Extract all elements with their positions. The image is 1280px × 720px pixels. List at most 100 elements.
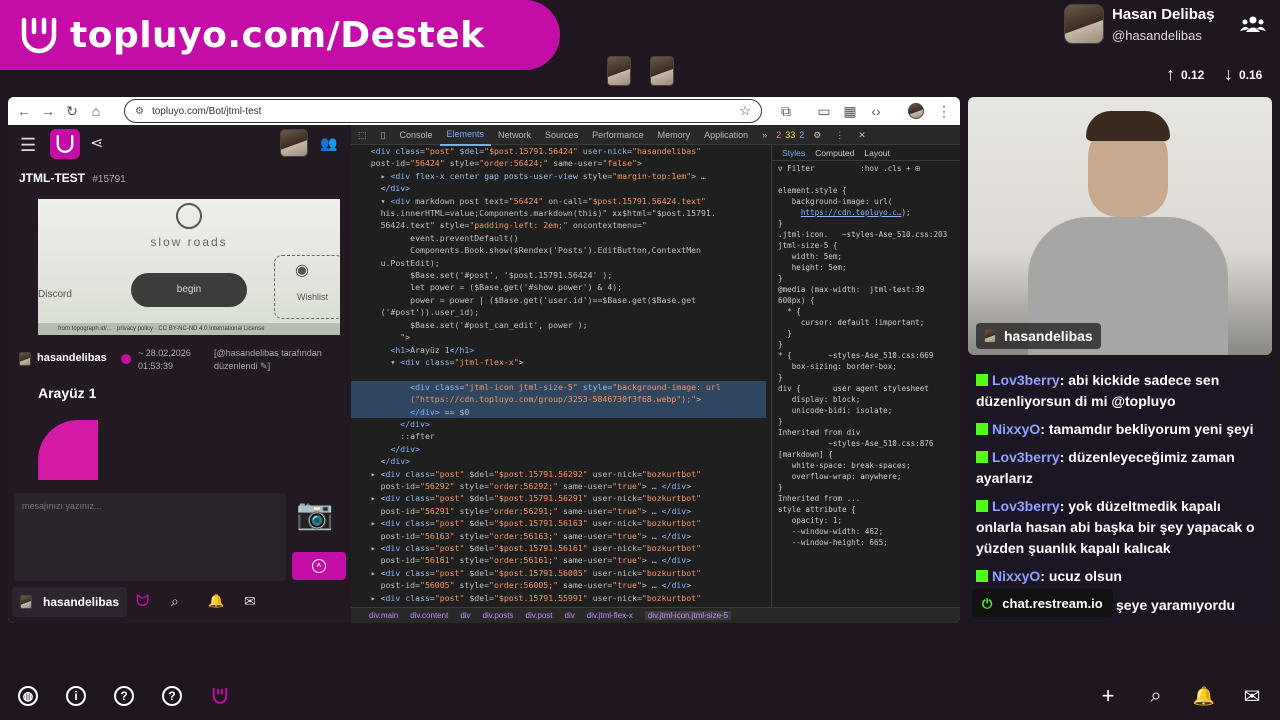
webcam-hair	[1086, 111, 1170, 141]
crumb[interactable]: div.jtml-flex-x	[587, 611, 633, 620]
chat-message: Lov3berry: abi kickide sadece sen düzenl…	[976, 372, 1220, 409]
share-icon[interactable]: ⋖	[90, 133, 103, 153]
search-icon[interactable]: ⌕	[1144, 684, 1168, 708]
footer-user[interactable]: hasandelibas	[12, 587, 127, 617]
plus-icon[interactable]: +	[1096, 683, 1120, 708]
devices-icon[interactable]: ▭	[812, 99, 836, 123]
kick-icon	[976, 374, 988, 386]
arrow-up-icon[interactable]: ↑	[1166, 64, 1175, 85]
arrow-down-icon[interactable]: ↓	[1224, 64, 1233, 85]
tab-memory[interactable]: Memory	[651, 125, 698, 145]
app-logo-button[interactable]	[50, 129, 80, 159]
game-discord-link[interactable]: Discord	[38, 289, 72, 300]
crumb[interactable]: div.posts	[483, 611, 514, 620]
users-icon[interactable]	[1240, 14, 1266, 34]
site-info-icon[interactable]: ⚙	[135, 106, 144, 117]
members-icon[interactable]: 👥	[320, 135, 337, 152]
tab-elements[interactable]: Elements	[439, 124, 492, 146]
devtools-menu-icon[interactable]: ⋮	[828, 125, 851, 145]
chat-text: tamamdır bekliyorum yeni şeyi	[1048, 421, 1254, 437]
jtml-icon-shape	[38, 420, 98, 480]
tab-performance[interactable]: Performance	[585, 125, 651, 145]
reload-icon[interactable]: ↻	[60, 99, 84, 123]
extensions-icon[interactable]: ⧉	[774, 99, 798, 123]
mail-icon[interactable]: ✉	[244, 593, 256, 610]
kick-icon	[976, 423, 988, 435]
camera-icon[interactable]: 📷	[296, 497, 333, 532]
post-date: ~ 28.02.2026 01:53:39	[138, 348, 191, 371]
tab-sources[interactable]: Sources	[538, 125, 585, 145]
webcam-label: hasandelibas	[976, 323, 1101, 349]
profile-avatar[interactable]	[1064, 4, 1104, 44]
crumb[interactable]: div.post	[526, 611, 553, 620]
info-icon[interactable]: i	[64, 684, 88, 708]
address-bar-row: ← → ↻ ⌂ ⚙ topluyo.com/Bot/jtml-test ☆ ⧉ …	[8, 97, 960, 125]
chat-message: NixxyO: ucuz olsun	[968, 566, 1272, 587]
restream-badge: ⏻ chat.restream.io	[972, 589, 1113, 617]
forward-icon[interactable]: →	[36, 99, 60, 123]
kick-icon	[976, 500, 988, 512]
topluyo-icon[interactable]	[208, 684, 232, 708]
styles-pane[interactable]: Styles Computed Layout ▽ Filter :hov .cl…	[771, 145, 960, 607]
help-icon[interactable]: ?	[112, 684, 136, 708]
styles-tab[interactable]: Styles	[782, 145, 805, 160]
home-icon[interactable]: ⌂	[84, 99, 108, 123]
error-count[interactable]: 2	[774, 125, 783, 145]
crumb[interactable]: div	[565, 611, 575, 620]
url-text: topluyo.com/Bot/jtml-test	[151, 105, 262, 117]
game-begin-button[interactable]: begin	[131, 273, 247, 307]
code-icon[interactable]: ‹›	[864, 99, 888, 123]
topluyo-icon[interactable]: ᗢ	[136, 593, 149, 611]
crumb[interactable]: div.content	[410, 611, 448, 620]
tab-application[interactable]: Application	[697, 125, 755, 145]
back-icon[interactable]: ←	[12, 99, 36, 123]
game-wishlist-link[interactable]: Wishlist	[297, 292, 328, 302]
send-button[interactable]: ^	[292, 552, 346, 580]
post-avatar[interactable]	[19, 352, 31, 366]
game-embed[interactable]: slow roads begin Discord ◉ Wishlist from…	[38, 199, 340, 335]
device-toolbar-icon[interactable]: ▯	[374, 125, 393, 145]
viewer-avatar	[650, 56, 674, 86]
elements-tree[interactable]: <div class="post" $del="$post.15791.5642…	[351, 145, 766, 607]
chat-message: Lov3berry: düzenleyeceğimiz zaman ayarla…	[976, 449, 1235, 486]
channel-avatar[interactable]	[280, 129, 308, 157]
globe-icon[interactable]: ◍	[16, 684, 40, 708]
browser-profile-avatar[interactable]	[908, 103, 924, 119]
profile-name: Hasan Delibaş	[1112, 6, 1215, 23]
settings-gear-icon[interactable]: ⚙	[806, 125, 828, 145]
post-username[interactable]: hasandelibas	[37, 352, 107, 364]
crumb-active[interactable]: div.jtml-icon.jtml-size-5	[644, 611, 732, 620]
warning-count[interactable]: 33	[783, 125, 797, 145]
chat-username: NixxyO	[992, 568, 1041, 584]
layout-tab[interactable]: Layout	[864, 145, 890, 160]
crumb[interactable]: div	[460, 611, 470, 620]
chat-username: Lov3berry	[992, 498, 1060, 514]
viewer-avatar	[607, 56, 631, 86]
banner-text: topluyo.com/Destek	[70, 14, 485, 56]
mail-icon[interactable]: ✉	[1240, 684, 1264, 708]
chat-partial-text: şeye yaramıyordu	[1116, 597, 1236, 613]
help-icon-2[interactable]: ?	[160, 684, 184, 708]
tab-network[interactable]: Network	[491, 125, 538, 145]
crumb[interactable]: div.main	[369, 611, 398, 620]
post-edit-note: [@hasandelibas tarafından düzenlendi ✎]	[214, 348, 322, 371]
bookmark-star-icon[interactable]: ☆	[739, 103, 751, 119]
send-icon: ^	[312, 559, 326, 573]
apps-icon[interactable]: ▦	[838, 99, 862, 123]
url-input[interactable]: ⚙ topluyo.com/Bot/jtml-test ☆	[124, 99, 762, 123]
info-count[interactable]: 2	[797, 125, 806, 145]
post-title: Arayüz 1	[38, 385, 97, 401]
hamburger-menu-icon[interactable]: ☰	[20, 135, 36, 156]
inspect-icon[interactable]: ⬚	[351, 125, 374, 145]
game-wishlist-box[interactable]: ◉ Wishlist	[274, 255, 340, 319]
more-tabs-icon[interactable]: »	[755, 125, 774, 145]
search-icon[interactable]: ⌕	[171, 593, 179, 610]
computed-tab[interactable]: Computed	[815, 145, 854, 160]
message-input[interactable]: mesajınızı yazınız...	[14, 493, 286, 581]
bell-icon[interactable]: 🔔	[208, 593, 224, 609]
tab-console[interactable]: Console	[392, 125, 439, 145]
close-devtools-icon[interactable]: ✕	[851, 125, 873, 145]
bell-icon[interactable]: 🔔	[1192, 684, 1216, 708]
topluyo-logo-icon	[21, 17, 57, 54]
browser-menu-icon[interactable]: ⋮	[932, 99, 956, 123]
